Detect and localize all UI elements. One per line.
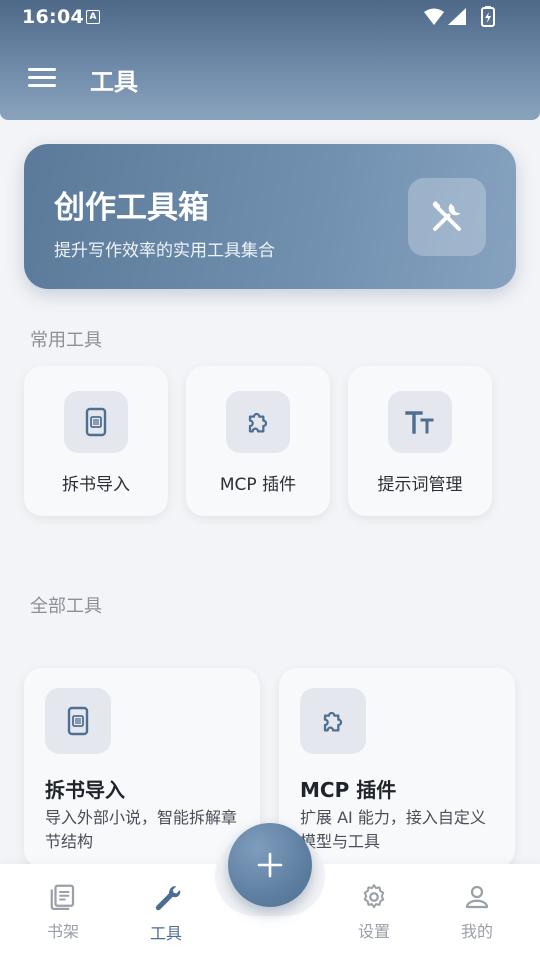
tool-card-title: MCP 插件 — [300, 778, 397, 802]
wifi-signal-battery-icon — [424, 6, 495, 27]
nav-label: 工具 — [149, 924, 182, 943]
section-label-all: 全部工具 — [30, 596, 102, 617]
hero-subtitle: 提升写作效率的实用工具集合 — [54, 241, 275, 261]
quick-tool-mcp-plugin[interactable]: MCP 插件 — [186, 366, 330, 516]
tool-card-description: 导入外部小说，智能拆解章节结构 — [45, 808, 238, 851]
nav-item-profile[interactable]: 我的 — [437, 882, 517, 952]
system-icons — [422, 6, 502, 32]
page-title: 工具 — [90, 68, 138, 96]
section-label-common: 常用工具 — [30, 330, 102, 351]
hero-title: 创作工具箱 — [54, 190, 209, 226]
wrench-icon — [155, 886, 181, 911]
nav-item-bookshelf[interactable]: 书架 — [23, 882, 103, 952]
hamburger-icon-line — [28, 84, 56, 87]
quick-tool-book-import[interactable]: 拆书导入 — [24, 366, 168, 516]
tool-card-book-import[interactable]: 拆书导入 导入外部小说，智能拆解章节结构 — [24, 668, 260, 868]
hero-card: 创作工具箱 提升写作效率的实用工具集合 — [24, 144, 516, 289]
status-time: 16:04 — [22, 6, 84, 28]
person-icon — [465, 885, 489, 909]
nav-label: 书架 — [46, 922, 79, 941]
gear-icon — [363, 884, 385, 909]
tool-card-description: 扩展 AI 能力，接入自定义模型与工具 — [300, 808, 486, 851]
quick-tool-prompt-manager[interactable]: 提示词管理 — [348, 366, 492, 516]
bookshelf-icon — [50, 884, 75, 910]
quick-tool-label: MCP 插件 — [219, 475, 297, 495]
book-import-icon — [45, 688, 111, 754]
book-import-icon — [64, 391, 128, 453]
quick-tool-label: 提示词管理 — [377, 475, 463, 495]
nav-label: 设置 — [357, 922, 390, 941]
hamburger-icon-line — [28, 68, 56, 71]
app-bar: 16:04 A 工具 — [0, 0, 540, 120]
nav-label: 我的 — [460, 922, 493, 941]
add-fab-button[interactable] — [228, 823, 312, 907]
puzzle-icon — [226, 391, 290, 453]
menu-button[interactable] — [28, 68, 56, 90]
tool-card-mcp-plugin[interactable]: MCP 插件 扩展 AI 能力，接入自定义模型与工具 — [279, 668, 515, 868]
puzzle-icon — [300, 688, 366, 754]
keyboard-badge-icon: A — [86, 10, 100, 24]
nav-item-tools[interactable]: 工具 — [126, 882, 206, 952]
text-size-icon — [388, 391, 452, 453]
hamburger-icon-line — [28, 76, 56, 79]
quick-tool-label: 拆书导入 — [62, 475, 130, 495]
plus-icon — [257, 852, 283, 878]
tools-icon — [408, 178, 486, 256]
tool-card-title: 拆书导入 — [45, 778, 125, 802]
nav-item-settings[interactable]: 设置 — [334, 882, 414, 952]
status-bar: 16:04 A — [0, 0, 540, 34]
